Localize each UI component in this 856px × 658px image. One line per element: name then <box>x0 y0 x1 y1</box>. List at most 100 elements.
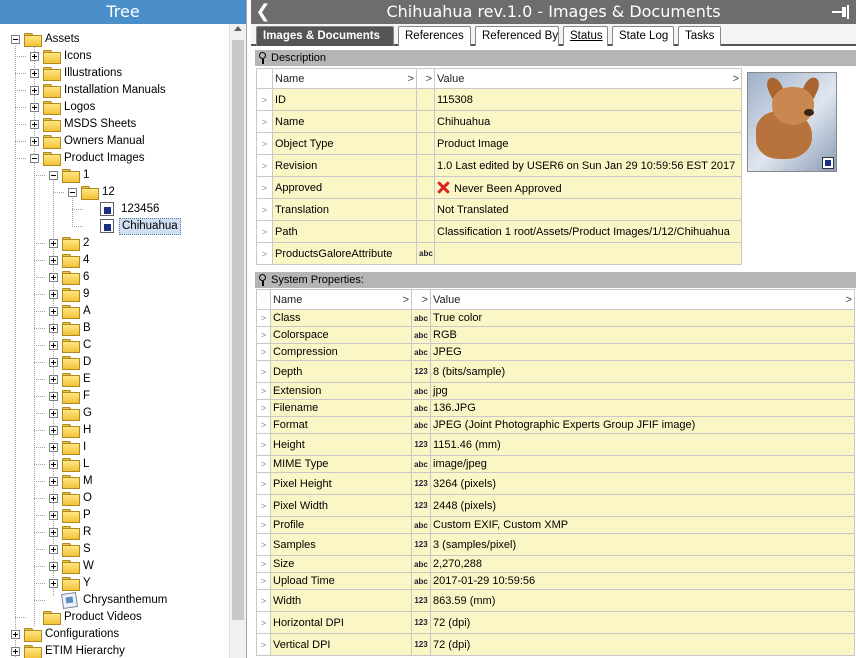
property-value[interactable]: 72 (dpi) <box>430 611 855 634</box>
row-expand-icon[interactable]: > <box>256 572 271 590</box>
table-row[interactable]: > Approved Never Been Approved <box>256 176 742 199</box>
property-value[interactable]: 2,270,288 <box>430 555 855 573</box>
row-expand-icon[interactable]: > <box>256 416 271 434</box>
tree-node[interactable]: Chihuahua <box>0 218 228 235</box>
property-value[interactable]: Classification 1 root/Assets/Product Ima… <box>434 220 742 243</box>
row-expand-icon[interactable]: > <box>256 555 271 573</box>
tree-node[interactable]: Product Videos <box>0 609 228 626</box>
system-properties-section-header[interactable]: System Properties: <box>255 272 856 288</box>
row-expand-icon[interactable]: > <box>256 360 271 383</box>
table-row[interactable]: > Profile abc Custom EXIF, Custom XMP <box>256 516 855 534</box>
expand-icon[interactable] <box>49 426 58 435</box>
table-row[interactable]: > ID 115308 <box>256 88 742 111</box>
expand-icon[interactable] <box>49 562 58 571</box>
property-value[interactable]: 1151.46 (mm) <box>430 433 855 456</box>
row-expand-icon[interactable]: > <box>256 589 271 612</box>
table-row[interactable]: > Extension abc jpg <box>256 382 855 400</box>
expand-icon[interactable] <box>49 239 58 248</box>
column-header-type[interactable]: > <box>416 68 435 89</box>
property-value[interactable]: JPEG <box>430 343 855 361</box>
row-expand-icon[interactable]: > <box>256 472 271 495</box>
tree-node[interactable]: P <box>0 507 228 524</box>
sort-arrow-icon[interactable]: > <box>426 73 432 85</box>
expand-icon[interactable] <box>30 69 39 78</box>
expand-icon[interactable] <box>49 307 58 316</box>
table-row[interactable]: > Upload Time abc 2017-01-29 10:59:56 <box>256 572 855 590</box>
expand-icon[interactable] <box>11 647 20 656</box>
tree-node[interactable]: W <box>0 558 228 575</box>
tree-node[interactable]: Chrysanthemum <box>0 592 228 609</box>
property-value[interactable]: Chihuahua <box>434 110 742 133</box>
row-expand-icon[interactable]: > <box>256 176 273 199</box>
pin-icon[interactable] <box>832 4 850 20</box>
expand-icon[interactable] <box>49 392 58 401</box>
expand-icon[interactable] <box>49 375 58 384</box>
tree-node[interactable]: C <box>0 337 228 354</box>
expand-icon[interactable] <box>49 358 58 367</box>
tree-node[interactable]: E <box>0 371 228 388</box>
expand-icon[interactable] <box>30 103 39 112</box>
tree-node[interactable]: Configurations <box>0 626 228 643</box>
tree-scrollbar[interactable] <box>229 24 246 658</box>
table-row[interactable]: > Compression abc JPEG <box>256 343 855 361</box>
column-header-name[interactable]: Name > <box>272 68 417 89</box>
expand-icon[interactable] <box>49 545 58 554</box>
property-value[interactable]: 136.JPG <box>430 399 855 417</box>
tree-node[interactable]: Icons <box>0 48 228 65</box>
property-value[interactable] <box>434 242 742 265</box>
property-value[interactable]: RGB <box>430 326 855 344</box>
expand-icon[interactable] <box>49 443 58 452</box>
row-expand-icon[interactable]: > <box>256 154 273 177</box>
property-value[interactable]: True color <box>430 309 855 327</box>
tree-node[interactable]: H <box>0 422 228 439</box>
tree-node[interactable]: F <box>0 388 228 405</box>
sort-arrow-icon[interactable]: > <box>422 294 428 306</box>
tree-node[interactable]: L <box>0 456 228 473</box>
table-row[interactable]: > Width 123 863.59 (mm) <box>256 589 855 612</box>
row-expand-icon[interactable]: > <box>256 242 273 265</box>
table-row[interactable]: > Samples 123 3 (samples/pixel) <box>256 533 855 556</box>
tab-referenced-by[interactable]: Referenced By <box>475 26 559 46</box>
property-value[interactable]: 8 (bits/sample) <box>430 360 855 383</box>
tab-state-log[interactable]: State Log <box>612 26 674 46</box>
tree-node[interactable]: 123456 <box>0 201 228 218</box>
row-expand-icon[interactable]: > <box>256 633 271 656</box>
table-row[interactable]: > Height 123 1151.46 (mm) <box>256 433 855 456</box>
property-value[interactable]: Product Image <box>434 132 742 155</box>
collapse-icon[interactable] <box>49 171 58 180</box>
scroll-up-icon[interactable] <box>234 26 242 31</box>
column-header-type[interactable]: > <box>411 289 431 310</box>
description-section-header[interactable]: Description <box>255 50 856 66</box>
row-expand-icon[interactable]: > <box>256 309 271 327</box>
row-expand-icon[interactable]: > <box>256 110 273 133</box>
expand-icon[interactable] <box>49 528 58 537</box>
tree-node[interactable]: A <box>0 303 228 320</box>
collapse-icon[interactable] <box>30 154 39 163</box>
column-header-name[interactable]: Name > <box>270 289 412 310</box>
row-expand-icon[interactable]: > <box>256 611 271 634</box>
tree-node[interactable]: MSDS Sheets <box>0 116 228 133</box>
row-expand-icon[interactable]: > <box>256 132 273 155</box>
expand-icon[interactable] <box>30 52 39 61</box>
image-thumbnail[interactable] <box>747 72 837 172</box>
row-expand-icon[interactable]: > <box>256 455 271 473</box>
tree-node[interactable]: Illustrations <box>0 65 228 82</box>
expand-icon[interactable] <box>49 256 58 265</box>
tree-node[interactable]: B <box>0 320 228 337</box>
table-row[interactable]: > Revision 1.0 Last edited by USER6 on Sun… <box>256 154 742 177</box>
expand-icon[interactable] <box>30 120 39 129</box>
expand-icon[interactable] <box>49 460 58 469</box>
scrollbar-thumb[interactable] <box>232 40 244 620</box>
column-header-value[interactable]: Value > <box>434 68 742 89</box>
tab-references[interactable]: References <box>398 26 471 46</box>
row-expand-icon[interactable]: > <box>256 399 271 417</box>
tree-node[interactable]: 6 <box>0 269 228 286</box>
property-value[interactable]: Custom EXIF, Custom XMP <box>430 516 855 534</box>
property-value[interactable]: 863.59 (mm) <box>430 589 855 612</box>
table-row[interactable]: > Colorspace abc RGB <box>256 326 855 344</box>
table-row[interactable]: > Path Classification 1 root/Assets/Produc… <box>256 220 742 243</box>
table-row[interactable]: > Class abc True color <box>256 309 855 327</box>
tree-node[interactable]: 12 <box>0 184 228 201</box>
expand-icon[interactable] <box>49 273 58 282</box>
tree-node[interactable]: 9 <box>0 286 228 303</box>
